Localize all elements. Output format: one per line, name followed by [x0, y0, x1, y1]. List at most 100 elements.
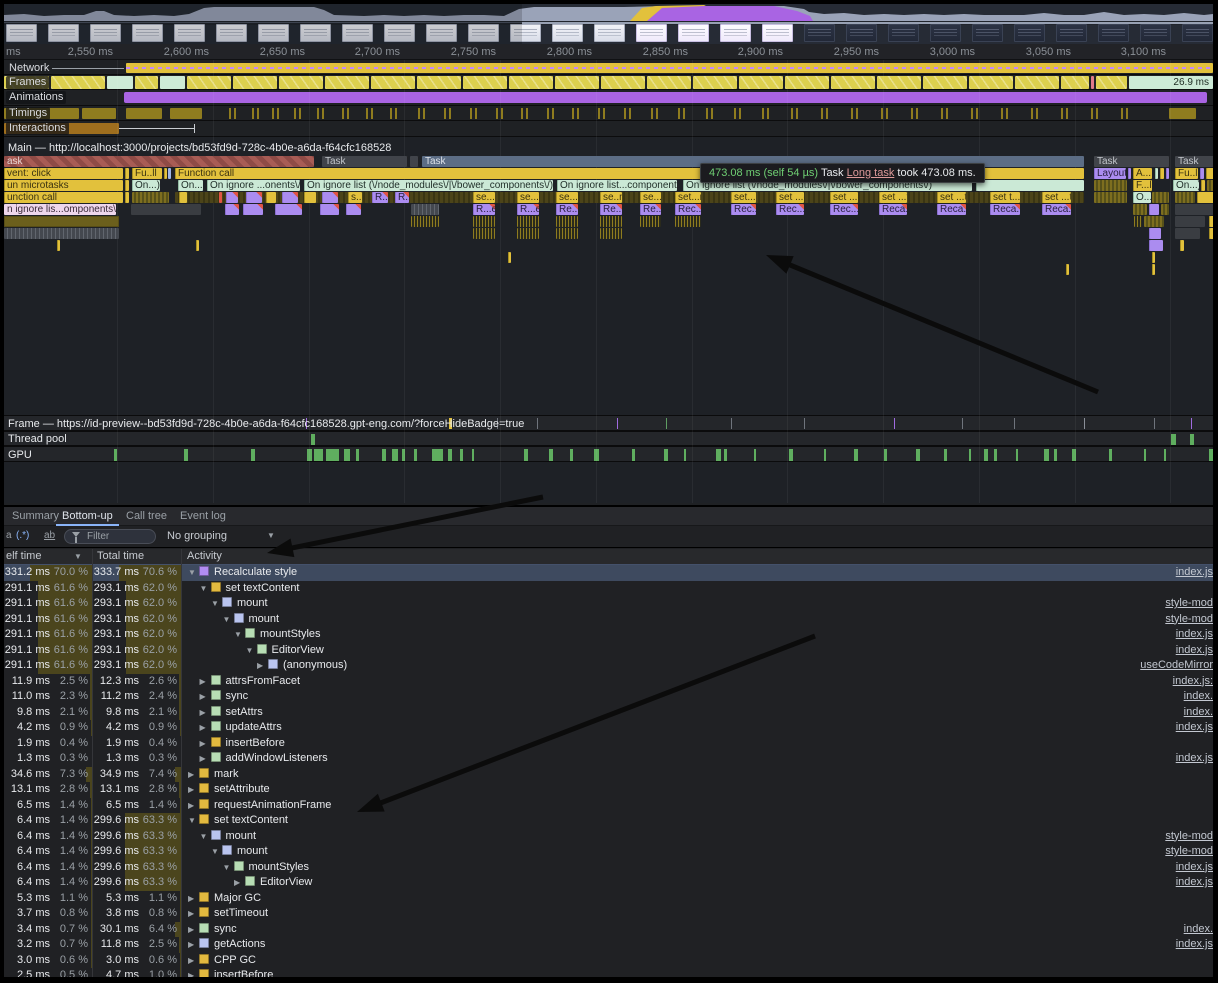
table-row[interactable]: 3.0 ms0.6 %3.0 ms0.6 %▶CPP GC [4, 953, 1213, 969]
track-interactions[interactable]: Interactions [4, 121, 1213, 137]
flame-event[interactable]: Rec...yle [830, 204, 858, 215]
flame-event[interactable] [1094, 180, 1127, 191]
table-row[interactable]: 291.1 ms61.6 %293.1 ms62.0 %▼mountStyles… [4, 627, 1213, 643]
flame-event[interactable] [556, 228, 578, 239]
flame-event[interactable]: se...nt [640, 192, 661, 203]
flame-event[interactable]: On ignore ...onents\/) [207, 180, 300, 191]
gpu-activity[interactable] [684, 449, 686, 461]
source-link[interactable]: style-mod [1165, 613, 1213, 625]
column-divider[interactable] [181, 549, 182, 977]
flame-event[interactable]: Reca...yle [937, 204, 966, 215]
thread-pool-activity[interactable] [311, 434, 315, 445]
table-row[interactable]: 6.4 ms1.4 %299.6 ms63.3 %▶EditorViewinde… [4, 875, 1213, 891]
gpu-activity[interactable] [632, 449, 635, 461]
timing-mark[interactable] [547, 108, 549, 119]
timing-mark[interactable] [395, 108, 397, 119]
timing-mark[interactable] [470, 108, 472, 119]
frame-block[interactable] [555, 76, 599, 89]
timing-mark[interactable] [552, 108, 554, 119]
timing-mark[interactable] [475, 108, 477, 119]
flame-event[interactable] [1166, 168, 1169, 179]
timing-mark[interactable] [572, 108, 574, 119]
flame-event[interactable] [640, 216, 661, 227]
timing-mark[interactable] [706, 108, 708, 119]
timing-mark[interactable] [371, 108, 373, 119]
table-row[interactable]: 34.6 ms7.3 %34.9 ms7.4 %▶mark [4, 767, 1213, 783]
table-row[interactable]: 1.3 ms0.3 %1.3 ms0.3 %▶addWindowListener… [4, 751, 1213, 767]
expand-caret-icon[interactable]: ▶ [188, 925, 199, 934]
track-frame[interactable]: Frame — https://id-preview--bd53fd9d-728… [4, 415, 1213, 431]
frame-block[interactable] [1096, 76, 1127, 89]
table-row[interactable]: 291.1 ms61.6 %293.1 ms62.0 %▶(anonymous)… [4, 658, 1213, 674]
source-link[interactable]: index.js [1176, 752, 1213, 764]
flame-event[interactable]: set t...tent [990, 192, 1020, 203]
source-link[interactable]: index.js [1176, 861, 1213, 873]
expand-caret-icon[interactable]: ▶ [188, 909, 199, 918]
flame-event[interactable]: On...) [1173, 180, 1199, 191]
flame-event[interactable]: se...t [556, 192, 578, 203]
flame-event[interactable]: Task [322, 156, 408, 167]
flame-event[interactable] [275, 204, 302, 215]
timing-mark[interactable] [851, 108, 853, 119]
gpu-activity[interactable] [448, 449, 452, 461]
table-row[interactable]: 291.1 ms61.6 %293.1 ms62.0 %▼mountstyle-… [4, 612, 1213, 628]
frame-block[interactable] [739, 76, 783, 89]
timing-mark[interactable] [1001, 108, 1003, 119]
source-link[interactable]: style-mod [1165, 830, 1213, 842]
timing-mark[interactable] [272, 108, 274, 119]
gpu-activity[interactable] [1164, 449, 1166, 461]
gpu-activity[interactable] [994, 449, 997, 461]
flame-event[interactable] [517, 216, 539, 227]
flame-event[interactable] [1175, 228, 1200, 239]
timing-mark[interactable] [252, 108, 254, 119]
frame-block[interactable] [279, 76, 323, 89]
flame-event[interactable]: Rec...yle [776, 204, 804, 215]
frame-block[interactable] [785, 76, 829, 89]
source-link[interactable]: useCodeMirror [1140, 659, 1213, 671]
flame-event[interactable]: On...) [178, 180, 203, 191]
expand-caret-icon[interactable]: ▶ [200, 677, 211, 686]
gpu-activity[interactable] [716, 449, 721, 461]
frame-event-tick[interactable] [962, 418, 963, 429]
expand-caret-icon[interactable]: ▶ [200, 739, 211, 748]
collapse-caret-icon[interactable]: ▼ [246, 646, 257, 655]
flame-event[interactable]: set ...ent [830, 192, 858, 203]
timing-mark-cluster[interactable] [1169, 108, 1196, 119]
table-row[interactable]: 2.5 ms0.5 %4.7 ms1.0 %▶insertBefore [4, 968, 1213, 977]
frame-block-idle[interactable] [160, 76, 185, 89]
filmstrip-thumbnail[interactable] [762, 24, 793, 42]
collapse-caret-icon[interactable]: ▼ [188, 816, 199, 825]
tab-bottom-up[interactable]: Bottom-up [56, 507, 119, 526]
flame-event[interactable]: set...nt [731, 192, 756, 203]
expand-caret-icon[interactable]: ▶ [188, 785, 199, 794]
flame-event[interactable] [1180, 240, 1184, 251]
frame-block[interactable] [647, 76, 691, 89]
flame-event[interactable] [1149, 204, 1159, 215]
gpu-activity[interactable] [460, 449, 463, 461]
flame-event[interactable]: vent: click [4, 168, 123, 179]
flame-event[interactable]: Task [1094, 156, 1170, 167]
gpu-activity[interactable] [570, 449, 573, 461]
thread-pool-activity[interactable] [1171, 434, 1176, 445]
flame-event[interactable]: R...e [517, 204, 539, 215]
expand-caret-icon[interactable]: ▶ [200, 708, 211, 717]
collapse-caret-icon[interactable]: ▼ [211, 599, 222, 608]
table-row[interactable]: 6.4 ms1.4 %299.6 ms63.3 %▼mountstyle-mod [4, 844, 1213, 860]
flame-event[interactable]: F...l [1133, 180, 1152, 191]
flame-event[interactable] [219, 192, 222, 203]
flame-event[interactable] [517, 228, 539, 239]
source-link[interactable]: index.js: [1173, 675, 1213, 687]
expand-caret-icon[interactable]: ▶ [188, 956, 199, 965]
expand-caret-icon[interactable]: ▶ [188, 801, 199, 810]
track-timings[interactable]: Timings [4, 106, 1213, 121]
flame-event[interactable]: un microtasks [4, 180, 123, 191]
timing-mark[interactable] [229, 108, 231, 119]
flame-event[interactable]: set ...tent [937, 192, 966, 203]
flame-event[interactable] [4, 216, 119, 227]
flame-event[interactable] [1133, 204, 1147, 215]
timing-mark[interactable] [629, 108, 631, 119]
timing-mark[interactable] [444, 108, 446, 119]
timing-mark[interactable] [821, 108, 823, 119]
frame-block[interactable] [1015, 76, 1059, 89]
bottom-up-table[interactable]: 331.2 ms70.0 %333.7 ms70.6 %▼Recalculate… [4, 565, 1213, 977]
